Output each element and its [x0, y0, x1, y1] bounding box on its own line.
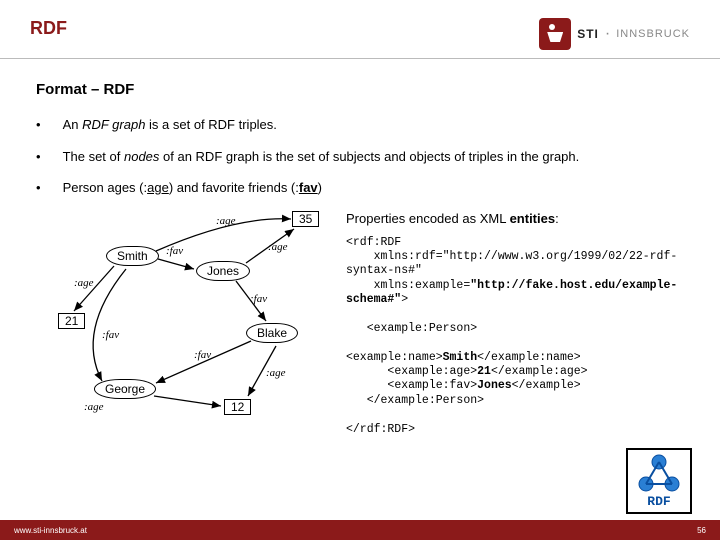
footer: www.sti-innsbruck.at 56	[0, 520, 720, 540]
list-item: • An RDF graph is a set of RDF triples.	[36, 116, 684, 134]
page-number: 56	[697, 526, 706, 535]
edge-label: :age	[74, 277, 94, 289]
list-item: • The set of nodes of an RDF graph is th…	[36, 148, 684, 166]
xml-note: Properties encoded as XML entities:	[346, 211, 684, 226]
edge-label: :age	[266, 367, 286, 379]
edge-label: :fav	[166, 245, 183, 257]
brand: STI · INNSBRUCK	[539, 18, 690, 50]
brand-sub: INNSBRUCK	[616, 28, 690, 40]
edge-label: :fav	[250, 293, 267, 305]
node-12: 12	[224, 399, 251, 415]
footer-url: www.sti-innsbruck.at	[14, 526, 87, 535]
section-title: Format – RDF	[36, 81, 684, 98]
list-item: • Person ages (:age) and favorite friend…	[36, 179, 684, 197]
brand-name: STI	[577, 27, 599, 41]
brand-logo-icon	[539, 18, 571, 50]
bullet-list: • An RDF graph is a set of RDF triples. …	[36, 116, 684, 197]
node-21: 21	[58, 313, 85, 329]
page-title: RDF	[30, 18, 67, 39]
node-smith: Smith	[106, 246, 159, 266]
code-block: <rdf:RDF xmlns:rdf="http://www.w3.org/19…	[346, 236, 684, 437]
edge-label: :fav	[194, 349, 211, 361]
rdf-badge-label: RDF	[647, 494, 670, 509]
edge-label: :age	[84, 401, 104, 413]
edge-label: :fav	[102, 329, 119, 341]
rdf-graph-diagram: Smith Jones Blake George 35 21 12 :fav :…	[36, 211, 336, 421]
node-35: 35	[292, 211, 319, 227]
edge-label: :age	[268, 241, 288, 253]
edge-label: :age	[216, 215, 236, 227]
rdf-badge-icon: RDF	[626, 448, 692, 514]
node-george: George	[94, 379, 156, 399]
node-jones: Jones	[196, 261, 250, 281]
node-blake: Blake	[246, 323, 298, 343]
